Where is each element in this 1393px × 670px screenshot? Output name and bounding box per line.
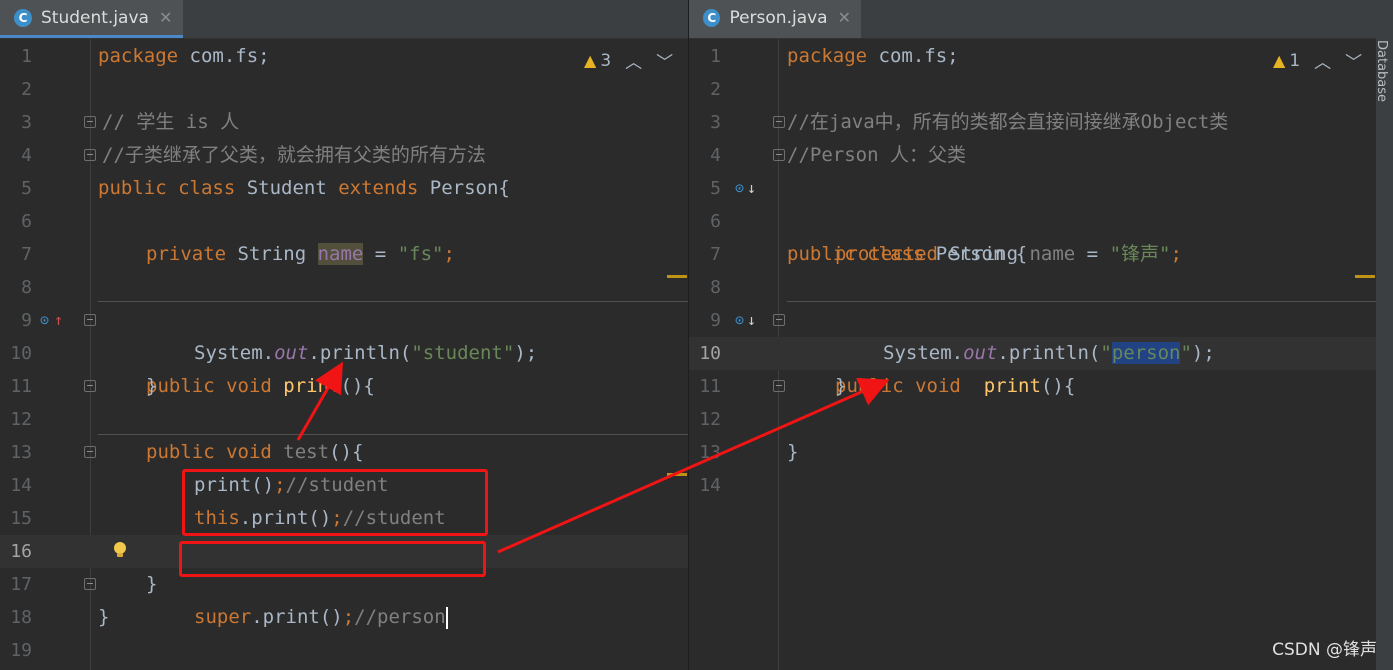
code-line-current: 10 System.out.println("person"); (689, 337, 1376, 370)
tab-label: Person.java (729, 7, 828, 28)
overridden-method-icon[interactable]: ⊙ (735, 304, 744, 337)
annotation-box (179, 541, 486, 577)
overrides-method-icon[interactable]: ⊙ (40, 304, 49, 337)
code-line: 12 (699, 409, 721, 430)
java-class-icon: C (14, 8, 32, 27)
code-line: 2 (710, 79, 721, 100)
code-line: 11} (10, 375, 158, 397)
code-line: 1 package com.fs; (21, 45, 270, 67)
fold-icon[interactable] (773, 149, 785, 161)
fold-icon[interactable] (773, 116, 785, 128)
code-line: 3//在java中，所有的类都会直接间接继承Object类 (710, 111, 1229, 133)
code-line: 7 protected String name = "锋声"; (710, 243, 1182, 265)
java-class-icon: C (703, 8, 721, 27)
code-line: 4//Person 人：父类 (710, 144, 966, 166)
code-line: 3// 学生 is 人 (21, 111, 240, 133)
arrow-down-icon[interactable]: ↓ (747, 304, 756, 337)
close-icon[interactable]: ✕ (159, 8, 172, 27)
tab-person-java[interactable]: C Person.java ✕ (689, 0, 861, 38)
fold-icon[interactable] (84, 314, 96, 326)
fold-icon[interactable] (773, 380, 785, 392)
code-line: 18} (10, 606, 110, 628)
code-line: 14 (699, 475, 721, 496)
tab-student-java[interactable]: C Student.java ✕ (0, 0, 183, 38)
code-line: 6 (710, 211, 721, 232)
right-tool-strip: Database (1374, 0, 1393, 670)
fold-icon[interactable] (84, 446, 96, 458)
code-line: 8 (21, 277, 32, 298)
annotation-box (182, 469, 488, 536)
code-line: 12 (10, 409, 32, 430)
fold-icon[interactable] (84, 578, 96, 590)
code-line: 11} (699, 375, 847, 397)
code-line: 7 private String name = "fs"; (21, 243, 455, 265)
code-line: 5 ⊙ ↓ public class Person { (689, 172, 1376, 265)
code-line: 9 ⊙ ↑ public void print(){ (0, 304, 688, 397)
code-line: 10 System.out.println("student"); (10, 342, 538, 364)
tab-bar-left: C Student.java ✕ (0, 0, 688, 39)
watermark: CSDN @锋声 (1272, 640, 1377, 660)
tab-bar-right: C Person.java ✕ (689, 0, 1376, 39)
code-line: 9 ⊙ ↓ public void print(){ (689, 304, 1376, 397)
arrow-up-icon[interactable]: ↑ (54, 304, 63, 337)
editor-pane-person[interactable]: C Person.java ✕ ▲ 1 ︿ ﹀ 1 package com.fs; … (689, 0, 1376, 670)
database-tool-button[interactable]: Database (1374, 40, 1389, 102)
code-line: 6 (21, 211, 32, 232)
fold-icon[interactable] (84, 116, 96, 128)
tab-label: Student.java (41, 7, 149, 28)
code-line: 13} (699, 441, 799, 463)
fold-icon[interactable] (773, 314, 785, 326)
code-line: 4//子类继承了父类，就会拥有父类的所有方法 (21, 144, 486, 166)
code-line: 8 (710, 277, 721, 298)
close-icon[interactable]: ✕ (838, 8, 851, 27)
fold-icon[interactable] (84, 149, 96, 161)
code-line: 13 public void test(){ (10, 441, 364, 463)
lightbulb-icon[interactable] (112, 541, 128, 559)
code-line: 2 (21, 79, 32, 100)
fold-icon[interactable] (84, 380, 96, 392)
code-line: 5 public class Student extends Person{ (21, 177, 510, 199)
code-line: 19 (10, 640, 32, 661)
implemented-icon[interactable]: ⊙ (735, 172, 744, 205)
code-line: 1 package com.fs; (710, 45, 959, 67)
arrow-down-icon[interactable]: ↓ (747, 172, 756, 205)
